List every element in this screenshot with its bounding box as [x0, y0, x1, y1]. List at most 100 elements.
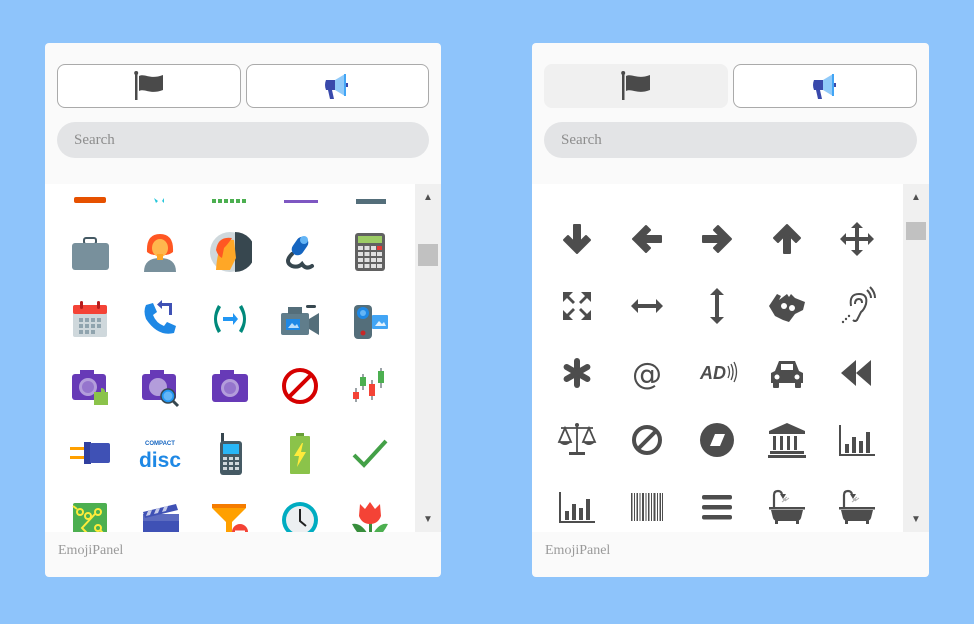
- emoji-cell-balance-scale[interactable]: [542, 406, 612, 473]
- emoji-cell-camcorder[interactable]: [335, 285, 405, 352]
- emoji-cell-barcode[interactable]: [612, 473, 682, 532]
- emoji-cell-partially-hidden-purple[interactable]: [265, 184, 335, 218]
- emoji-cell-checkmark[interactable]: [335, 419, 405, 486]
- emoji-cell-calculator[interactable]: [335, 218, 405, 285]
- emoji-panel-left: COMPACT disc ▲ ▼ EmojiPanel: [45, 43, 441, 577]
- scrollbar[interactable]: ▲ ▼: [903, 184, 929, 532]
- emoji-cell-partially-hidden-orange[interactable]: [55, 184, 125, 218]
- filter-remove-icon: [212, 503, 248, 532]
- tab-flags[interactable]: [57, 64, 241, 108]
- emoji-cell-camera-search[interactable]: [125, 352, 195, 419]
- emoji-cell-ban[interactable]: [612, 406, 682, 473]
- emoji-cell-clock[interactable]: [265, 486, 335, 532]
- scrollbar[interactable]: ▲ ▼: [415, 184, 441, 532]
- emoji-cell-bathtub[interactable]: [752, 473, 822, 532]
- emoji-cell-partially-hidden-slate[interactable]: [335, 184, 405, 218]
- search-input[interactable]: [544, 122, 917, 158]
- emoji-cell-charging-battery[interactable]: [265, 419, 335, 486]
- compact-disc-logo-icon: COMPACT disc: [139, 441, 181, 472]
- emoji-cell-bath[interactable]: [822, 473, 892, 532]
- emoji-cell-stop-circle[interactable]: [682, 406, 752, 473]
- expand-arrows-icon: [563, 291, 591, 320]
- tab-symbols[interactable]: [733, 64, 917, 108]
- svg-text:@: @: [632, 357, 662, 392]
- bathtub-icon: [769, 489, 805, 524]
- emoji-cell-bar-chart[interactable]: [822, 406, 892, 473]
- phone-callback-icon: [144, 299, 176, 334]
- scroll-down-arrow-icon[interactable]: ▼: [415, 508, 441, 530]
- scroll-up-arrow-icon[interactable]: ▲: [903, 186, 929, 208]
- emoji-cell-at-sign[interactable]: @: [612, 339, 682, 406]
- arrow-left-icon: [632, 224, 662, 253]
- calculator-icon: [355, 232, 385, 271]
- emoji-cell-audio-description[interactable]: AD: [682, 339, 752, 406]
- emoji-cell-compact-disc-logo[interactable]: COMPACT disc: [125, 419, 195, 486]
- emoji-grid-area: COMPACT disc ▲ ▼: [45, 184, 441, 532]
- emoji-grid: COMPACT disc: [55, 184, 405, 532]
- at-sign-icon: @: [632, 357, 662, 392]
- flag-icon: [133, 71, 163, 100]
- svg-text:AD: AD: [699, 363, 726, 383]
- emoji-cell-clapperboard[interactable]: [125, 486, 195, 532]
- mobile-phone-icon: [220, 432, 242, 475]
- svg-text:COMPACT: COMPACT: [145, 441, 175, 447]
- emoji-cell-bar-chart-alt[interactable]: [542, 473, 612, 532]
- emoji-cell-expand-arrows[interactable]: [542, 272, 612, 339]
- emoji-cell-phone-callback[interactable]: [125, 285, 195, 352]
- backward-icon: [841, 359, 871, 386]
- emoji-cell-camera-addon[interactable]: [55, 352, 125, 419]
- emoji-cell-arrows-vertical[interactable]: [682, 272, 752, 339]
- scroll-down-arrow-icon[interactable]: ▼: [903, 508, 929, 530]
- emoji-cell-circuit-board[interactable]: [55, 486, 125, 532]
- bar-chart-icon: [839, 424, 875, 456]
- emoji-cell-sign-language[interactable]: [752, 272, 822, 339]
- woman-avatar-icon: [144, 233, 176, 272]
- emoji-cell-arrow-right[interactable]: [682, 205, 752, 272]
- emoji-cell-arrows-move[interactable]: [822, 205, 892, 272]
- tab-flags[interactable]: [544, 64, 728, 108]
- phone-call-transfer-icon: [214, 304, 246, 333]
- emoji-cell-arrow-down[interactable]: [542, 205, 612, 272]
- emoji-cell-car[interactable]: [752, 339, 822, 406]
- emoji-cell-filter-remove[interactable]: [195, 486, 265, 532]
- emoji-cell-calendar[interactable]: [55, 285, 125, 352]
- emoji-cell-arrow-left[interactable]: [612, 205, 682, 272]
- scrollbar-thumb[interactable]: [906, 222, 926, 240]
- arrows-horizontal-icon: [631, 298, 663, 313]
- scroll-up-arrow-icon[interactable]: ▲: [415, 186, 441, 208]
- camera-search-icon: [142, 369, 180, 407]
- car-icon: [771, 360, 803, 388]
- arrow-down-icon: [563, 223, 591, 254]
- camcorder-icon: [354, 304, 388, 339]
- emoji-cell-video-camera[interactable]: [265, 285, 335, 352]
- scrollbar-thumb[interactable]: [418, 244, 438, 266]
- arrow-right-icon: [702, 224, 732, 253]
- emoji-cell-no-entry-sign[interactable]: [265, 352, 335, 419]
- emoji-cell-arrow-up[interactable]: [752, 205, 822, 272]
- emoji-cell-assistive-listening[interactable]: [822, 272, 892, 339]
- emoji-cell-woman-avatar[interactable]: [125, 218, 195, 285]
- search-input[interactable]: [57, 122, 429, 158]
- tab-symbols[interactable]: [245, 64, 429, 108]
- emoji-cell-phone-call-transfer[interactable]: [195, 285, 265, 352]
- emoji-cell-tulip[interactable]: [335, 486, 405, 532]
- emoji-cell-mobile-phone[interactable]: [195, 419, 265, 486]
- emoji-cell-usb-connector[interactable]: [55, 419, 125, 486]
- emoji-cell-candlestick-chart[interactable]: [335, 352, 405, 419]
- emoji-cell-backward[interactable]: [822, 339, 892, 406]
- partially-hidden-cyan-icon: [154, 197, 164, 203]
- emoji-cell-usb-cable-plug[interactable]: [265, 218, 335, 285]
- emoji-cell-briefcase[interactable]: [55, 218, 125, 285]
- bar-chart-alt-icon: [559, 491, 595, 523]
- emoji-cell-partially-hidden-cyan[interactable]: [125, 184, 195, 218]
- emoji-cell-bars[interactable]: [682, 473, 752, 532]
- emoji-cell-partially-hidden-green[interactable]: [195, 184, 265, 218]
- emoji-cell-bank[interactable]: [752, 406, 822, 473]
- emoji-cell-asterisk[interactable]: [542, 339, 612, 406]
- emoji-cell-arrows-horizontal[interactable]: [612, 272, 682, 339]
- panel-footer-label: EmojiPanel: [58, 543, 124, 558]
- emoji-cell-profile-side-face[interactable]: [195, 218, 265, 285]
- circuit-board-icon: [72, 502, 107, 532]
- emoji-cell-camera[interactable]: [195, 352, 265, 419]
- video-camera-icon: [281, 304, 319, 335]
